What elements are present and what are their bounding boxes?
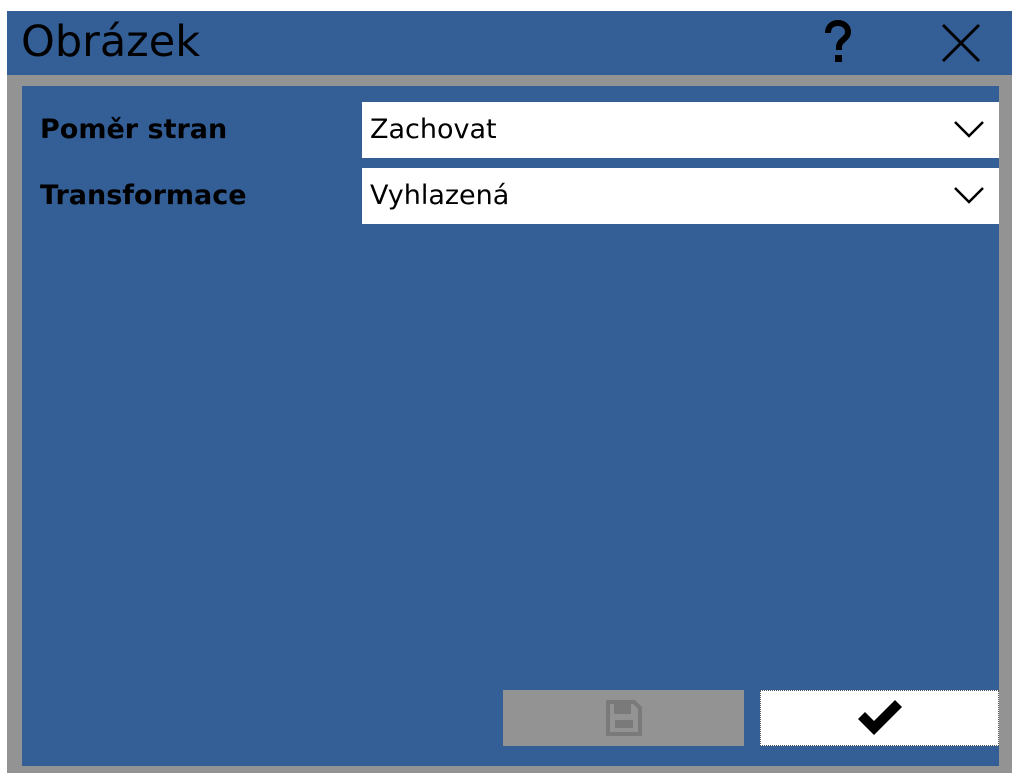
title-bar: Obrázek [7,11,1012,75]
image-dialog: Obrázek Poměr stran Zachovat Transformac… [7,11,1012,773]
close-button[interactable] [935,17,987,69]
chevron-down-icon [954,187,984,204]
close-x-icon [941,23,981,63]
dialog-title: Obrázek [21,17,201,67]
help-button[interactable] [812,17,864,69]
aspect-ratio-label: Poměr stran [40,114,228,145]
chevron-down-icon [954,121,984,138]
save-button[interactable] [503,690,744,746]
aspect-ratio-select[interactable]: Zachovat [362,102,999,158]
ok-button[interactable] [760,690,999,746]
transformation-label: Transformace [40,180,247,211]
question-mark-icon [825,20,851,62]
transformation-value: Vyhlazená [370,180,510,211]
floppy-disk-icon [605,700,642,736]
transformation-select[interactable]: Vyhlazená [362,168,999,224]
dialog-content: Poměr stran Zachovat Transformace Vyhlaz… [22,86,999,766]
aspect-ratio-value: Zachovat [370,114,497,145]
checkmark-icon [857,700,902,735]
